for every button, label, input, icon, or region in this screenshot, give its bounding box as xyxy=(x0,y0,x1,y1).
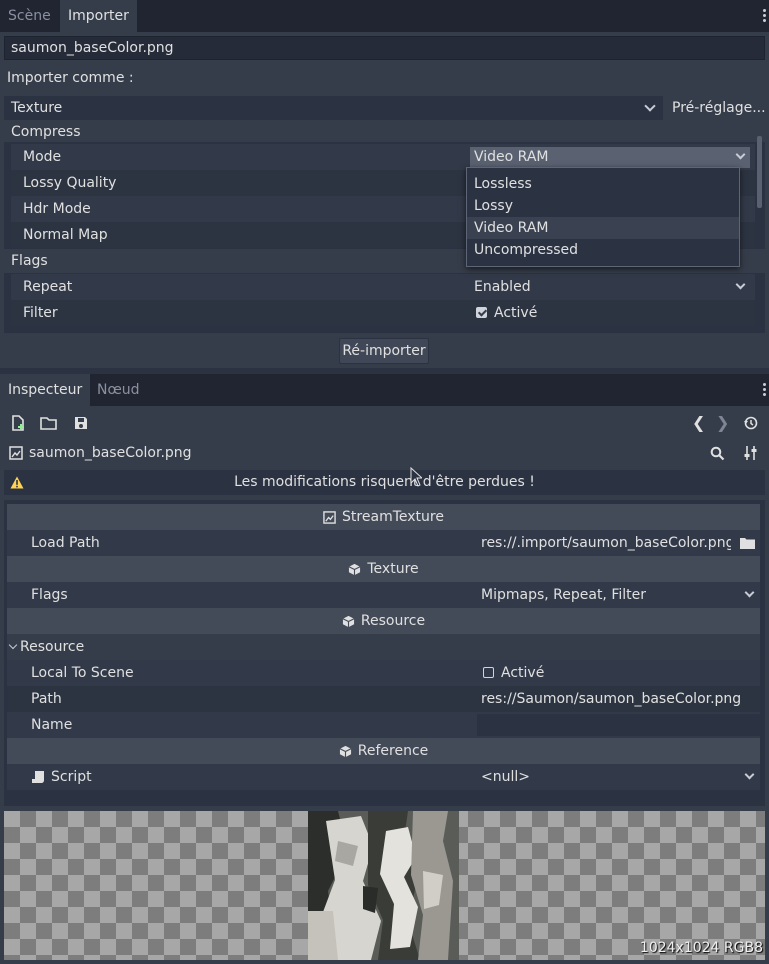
mode-dropdown-popup: Lossless Lossy Video RAM Uncompressed xyxy=(466,167,740,267)
reimport-button[interactable]: Ré-importer xyxy=(339,338,429,364)
inspector-tabbar: Inspecteur Nœud xyxy=(0,374,769,406)
repeat-value: Enabled xyxy=(474,279,531,295)
normal-map-label: Normal Map xyxy=(23,227,108,243)
filter-checkbox[interactable]: Activé xyxy=(476,300,537,326)
open-folder-icon[interactable] xyxy=(40,415,58,431)
import-as-label: Importer comme : xyxy=(7,70,134,86)
texture-preview-image xyxy=(308,811,459,960)
import-file-name: saumon_baseColor.png xyxy=(4,36,765,60)
mode-label: Mode xyxy=(23,149,62,165)
filter-value: Activé xyxy=(494,305,538,321)
section-reference-label: Reference xyxy=(357,743,429,759)
script-value[interactable]: <null> xyxy=(481,764,530,790)
local-to-scene-value: Activé xyxy=(501,665,545,681)
folder-icon[interactable] xyxy=(740,537,755,549)
mouse-cursor-icon xyxy=(410,467,422,487)
checkbox-icon xyxy=(476,306,487,318)
stream-texture-icon xyxy=(9,446,23,460)
section-texture[interactable]: Texture xyxy=(7,556,760,582)
load-path-value[interactable]: res://.import/saumon_baseColor.png-0 xyxy=(481,530,731,556)
flags-value[interactable]: Mipmaps, Repeat, Filter xyxy=(481,582,646,608)
preset-button[interactable]: Pré-réglage... xyxy=(672,96,766,120)
name-row: Name xyxy=(7,712,760,738)
chevron-down-icon xyxy=(735,279,746,290)
flags-label: Flags xyxy=(31,587,68,603)
save-icon[interactable] xyxy=(73,415,89,431)
mode-option-uncompressed[interactable]: Uncompressed xyxy=(467,239,739,261)
script-row: Script <null> xyxy=(7,764,760,790)
filter-label: Filter xyxy=(23,305,58,321)
filter-row: Filter xyxy=(11,300,755,326)
new-resource-icon[interactable] xyxy=(10,415,26,431)
cube-icon xyxy=(349,563,361,575)
history-forward-icon[interactable]: ❯ xyxy=(716,413,729,432)
section-resource-label: Resource xyxy=(360,613,426,629)
mode-value: Video RAM xyxy=(474,149,549,165)
path-row: Path res://Saumon/saumon_baseColor.png xyxy=(7,686,760,712)
import-as-select[interactable]: Texture xyxy=(4,96,663,120)
chevron-down-icon xyxy=(735,149,746,160)
local-to-scene-checkbox[interactable]: Activé xyxy=(483,660,544,686)
cube-icon xyxy=(342,615,355,627)
section-flags: Flags xyxy=(11,253,48,269)
section-stream-texture-label: StreamTexture xyxy=(342,509,444,525)
group-resource[interactable]: Resource xyxy=(7,634,760,660)
resource-name: saumon_baseColor.png xyxy=(29,445,192,461)
flags-row: Flags Mipmaps, Repeat, Filter xyxy=(7,582,760,608)
section-stream-texture[interactable]: StreamTexture xyxy=(7,504,760,530)
load-path-row: Load Path res://.import/saumon_baseColor… xyxy=(7,530,760,556)
inspector-menu-icon[interactable] xyxy=(761,382,767,398)
preview-info: 1024x1024 RGB8 xyxy=(639,940,763,956)
local-to-scene-label: Local To Scene xyxy=(31,665,134,681)
name-field[interactable] xyxy=(477,714,760,736)
tab-scene[interactable]: Scène xyxy=(0,0,59,32)
path-value[interactable]: res://Saumon/saumon_baseColor.png xyxy=(481,686,741,712)
repeat-label: Repeat xyxy=(23,279,73,295)
load-path-label: Load Path xyxy=(31,535,100,551)
mode-option-lossy[interactable]: Lossy xyxy=(467,195,739,217)
importer-tabbar: Scène Importer xyxy=(0,0,769,32)
tab-importer[interactable]: Importer xyxy=(60,0,137,32)
group-resource-label: Resource xyxy=(20,639,85,655)
section-texture-label: Texture xyxy=(367,561,419,577)
section-resource[interactable]: Resource xyxy=(7,608,760,634)
local-to-scene-row: Local To Scene Activé xyxy=(7,660,760,686)
path-label: Path xyxy=(31,691,62,707)
tab-node[interactable]: Nœud xyxy=(89,374,148,406)
history-back-icon[interactable]: ❮ xyxy=(692,413,705,432)
repeat-select[interactable]: Enabled xyxy=(474,274,750,300)
section-reference[interactable]: Reference xyxy=(7,738,760,764)
chevron-down-icon[interactable] xyxy=(744,769,755,780)
chevron-down-icon xyxy=(8,640,18,650)
tab-inspector[interactable]: Inspecteur xyxy=(0,374,91,406)
object-properties-icon[interactable] xyxy=(743,445,758,461)
cube-icon xyxy=(339,745,352,757)
checkbox-icon xyxy=(483,666,494,678)
chevron-down-icon[interactable] xyxy=(744,587,755,598)
script-icon xyxy=(32,771,44,783)
lossy-quality-label: Lossy Quality xyxy=(23,175,117,191)
mode-option-lossless[interactable]: Lossless xyxy=(467,173,739,195)
stream-texture-icon xyxy=(323,510,336,524)
mode-option-video-ram[interactable]: Video RAM xyxy=(467,217,739,239)
salmon-texture-image xyxy=(308,811,459,960)
section-compress: Compress xyxy=(11,124,81,140)
import-as-value: Texture xyxy=(11,100,63,116)
mode-select[interactable]: Video RAM xyxy=(470,147,750,168)
script-label: Script xyxy=(51,769,92,785)
import-properties-scrollbar[interactable] xyxy=(757,136,762,208)
search-icon[interactable] xyxy=(710,446,725,461)
warning-bar: Les modifications risquent d'être perdue… xyxy=(4,470,765,495)
warning-text: Les modifications risquent d'être perdue… xyxy=(234,474,535,490)
name-label: Name xyxy=(31,717,73,733)
hdr-mode-label: Hdr Mode xyxy=(23,201,91,217)
history-icon[interactable] xyxy=(743,415,759,431)
chevron-down-icon xyxy=(644,100,656,112)
importer-menu-icon[interactable] xyxy=(761,8,767,24)
